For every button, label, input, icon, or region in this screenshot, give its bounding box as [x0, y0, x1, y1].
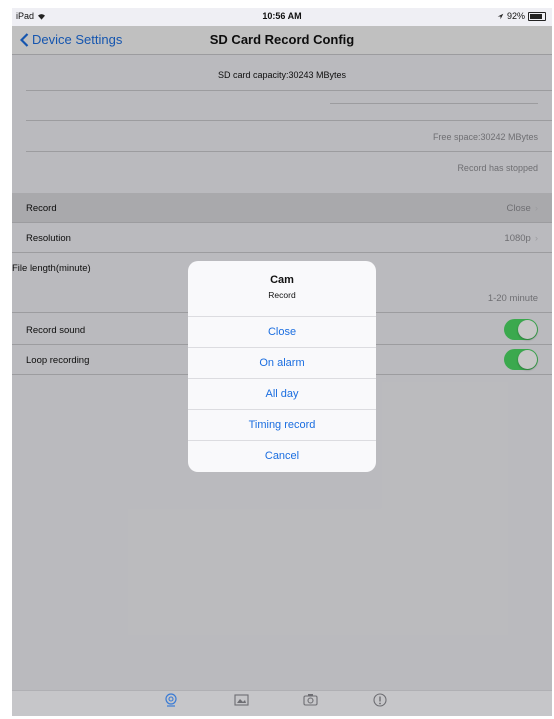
- option-on-alarm-button[interactable]: On alarm: [188, 348, 376, 379]
- option-close-button[interactable]: Close: [188, 317, 376, 348]
- tab-bar: [12, 690, 552, 716]
- battery-icon: [528, 11, 546, 21]
- status-bar: iPad 10:56 AM 92%: [12, 8, 552, 26]
- album-tab-icon: [302, 694, 318, 706]
- ipad-screen: iPad 10:56 AM 92% Device Settings SD Car…: [12, 8, 552, 716]
- record-mode-action-sheet: Cam Record Close On alarm All day Timing…: [188, 261, 376, 472]
- tab-camera[interactable]: [141, 693, 201, 708]
- status-battery: 92%: [497, 11, 546, 21]
- location-arrow-icon: [497, 13, 504, 19]
- sheet-title: Cam: [270, 274, 294, 286]
- option-all-day-button[interactable]: All day: [188, 379, 376, 410]
- cancel-button[interactable]: Cancel: [188, 441, 376, 471]
- battery-percent: 92%: [506, 11, 525, 21]
- photos-tab-icon: [233, 694, 249, 706]
- about-tab-icon: [373, 693, 387, 707]
- sheet-header: Cam Record: [188, 261, 376, 317]
- tab-about[interactable]: [350, 693, 410, 708]
- sheet-message: Record: [268, 290, 296, 300]
- tab-photos[interactable]: [211, 693, 271, 707]
- tab-album[interactable]: [280, 693, 340, 707]
- status-time: 10:56 AM: [262, 11, 302, 21]
- camera-tab-icon: [165, 693, 177, 707]
- option-timing-record-button[interactable]: Timing record: [188, 410, 376, 441]
